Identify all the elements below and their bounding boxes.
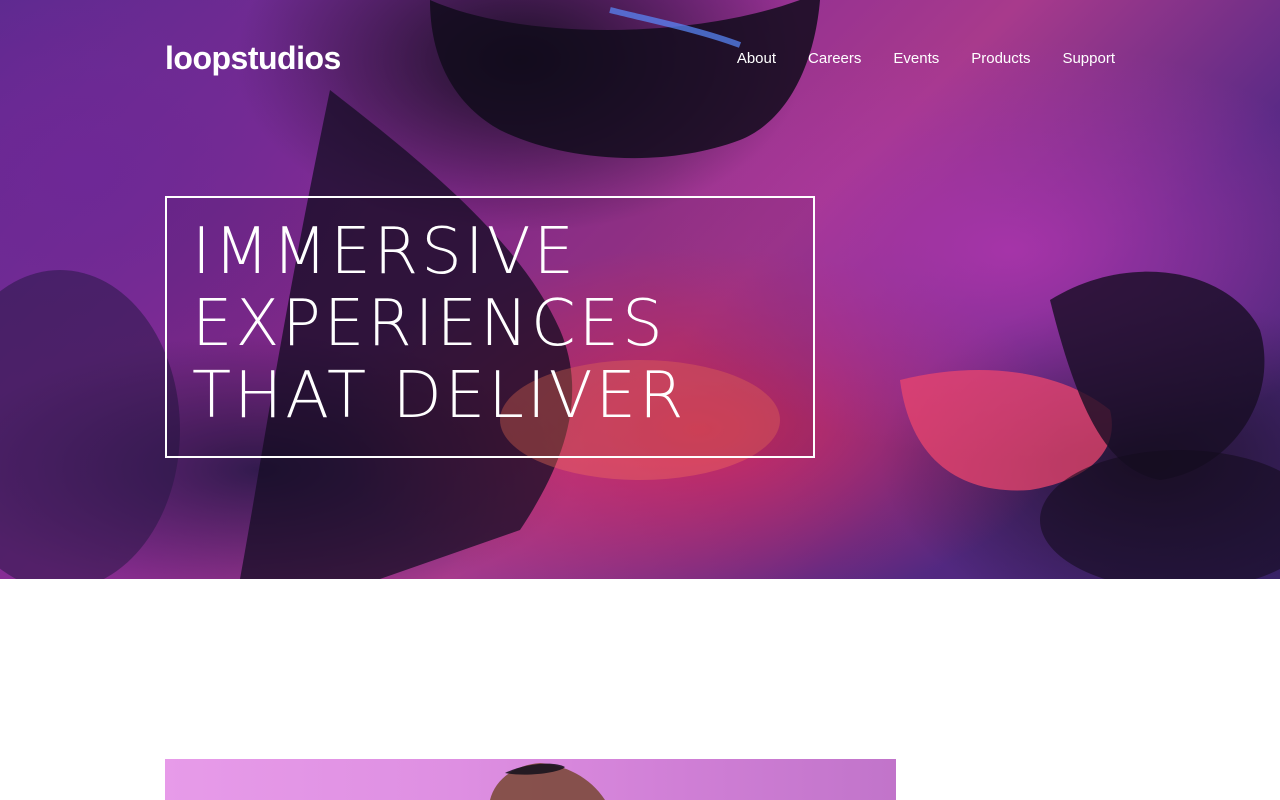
content-section: [0, 579, 1280, 800]
site-header: loopstudios About Careers Events Product…: [165, 36, 1115, 80]
feature-illustration: [490, 763, 605, 800]
nav-link-events[interactable]: Events: [893, 51, 939, 66]
nav-link-about[interactable]: About: [737, 51, 776, 66]
headline-line-3: THAT DELIVER: [192, 359, 687, 433]
hero-section: loopstudios About Careers Events Product…: [0, 0, 1280, 579]
main-nav: About Careers Events Products Support: [737, 51, 1115, 66]
left-shadow-shape: [0, 270, 180, 579]
nav-link-support[interactable]: Support: [1062, 51, 1115, 66]
feature-image: [165, 759, 896, 800]
logo[interactable]: loopstudios: [165, 42, 341, 74]
nav-link-products[interactable]: Products: [971, 51, 1030, 66]
headline-line-2: EXPERIENCES: [192, 287, 666, 361]
hero-headline-box: IMMERSIVE EXPERIENCES THAT DELIVER: [165, 196, 815, 458]
nav-link-careers[interactable]: Careers: [808, 51, 861, 66]
hero-headline: IMMERSIVE EXPERIENCES THAT DELIVER: [167, 198, 813, 432]
headline-line-1: IMMERSIVE: [192, 215, 577, 289]
